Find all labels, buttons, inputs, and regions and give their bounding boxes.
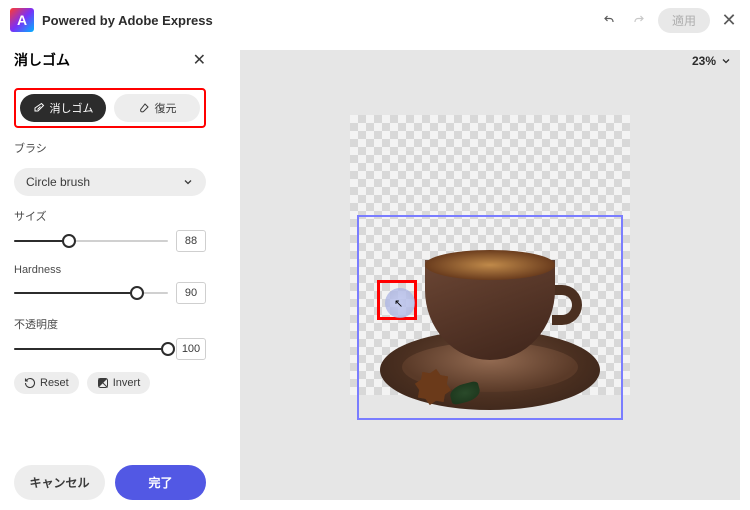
eraser-cursor-highlight: ↖ <box>377 280 417 320</box>
redo-icon <box>628 9 650 31</box>
brush-label: ブラシ <box>14 140 206 156</box>
cancel-button[interactable]: キャンセル <box>14 465 105 500</box>
hardness-slider-group: Hardness 90 <box>14 264 206 304</box>
canvas-area[interactable]: 23% ↖ <box>220 40 750 510</box>
hardness-label: Hardness <box>14 264 206 276</box>
size-slider-group: サイズ 88 <box>14 208 206 252</box>
opacity-slider[interactable] <box>14 342 168 356</box>
opacity-value[interactable]: 100 <box>176 338 206 360</box>
erase-mode-button[interactable]: 消しゴム <box>20 94 106 122</box>
zoom-value: 23% <box>692 54 716 68</box>
restore-mode-button[interactable]: 復元 <box>114 94 200 122</box>
adobe-express-logo: A <box>10 8 34 32</box>
erase-mode-label: 消しゴム <box>50 100 94 116</box>
app-title: Powered by Adobe Express <box>42 13 213 28</box>
brush-icon <box>138 102 150 114</box>
invert-icon <box>97 377 109 389</box>
invert-label: Invert <box>113 377 141 389</box>
done-button[interactable]: 完了 <box>115 465 206 500</box>
tool-title: 消しゴム <box>14 50 70 70</box>
size-value[interactable]: 88 <box>176 230 206 252</box>
zoom-control[interactable]: 23% <box>692 54 732 68</box>
top-bar: A Powered by Adobe Express 適用 ✕ <box>0 0 750 40</box>
size-slider[interactable] <box>14 234 168 248</box>
chevron-down-icon <box>720 55 732 67</box>
opacity-label: 不透明度 <box>14 316 206 332</box>
reset-label: Reset <box>40 377 69 389</box>
invert-button[interactable]: Invert <box>87 372 151 394</box>
cursor-arrow-icon: ↖ <box>394 297 403 310</box>
opacity-slider-group: 不透明度 100 <box>14 316 206 360</box>
reset-icon <box>24 377 36 389</box>
apply-button[interactable]: 適用 <box>658 8 710 33</box>
brush-selected-value: Circle brush <box>26 175 90 189</box>
mode-toggle-highlight: 消しゴム 復元 <box>14 88 206 128</box>
brush-select[interactable]: Circle brush <box>14 168 206 196</box>
eraser-icon <box>33 102 45 114</box>
sidebar: 消しゴム ✕ 消しゴム 復元 ブラシ Circle brush サイズ <box>0 40 220 510</box>
reset-button[interactable]: Reset <box>14 372 79 394</box>
size-label: サイズ <box>14 208 206 224</box>
chevron-down-icon <box>182 176 194 188</box>
restore-mode-label: 復元 <box>155 100 177 116</box>
close-icon[interactable]: ✕ <box>718 10 740 31</box>
undo-icon[interactable] <box>598 9 620 31</box>
hardness-value[interactable]: 90 <box>176 282 206 304</box>
hardness-slider[interactable] <box>14 286 168 300</box>
panel-close-icon[interactable]: ✕ <box>193 50 206 70</box>
